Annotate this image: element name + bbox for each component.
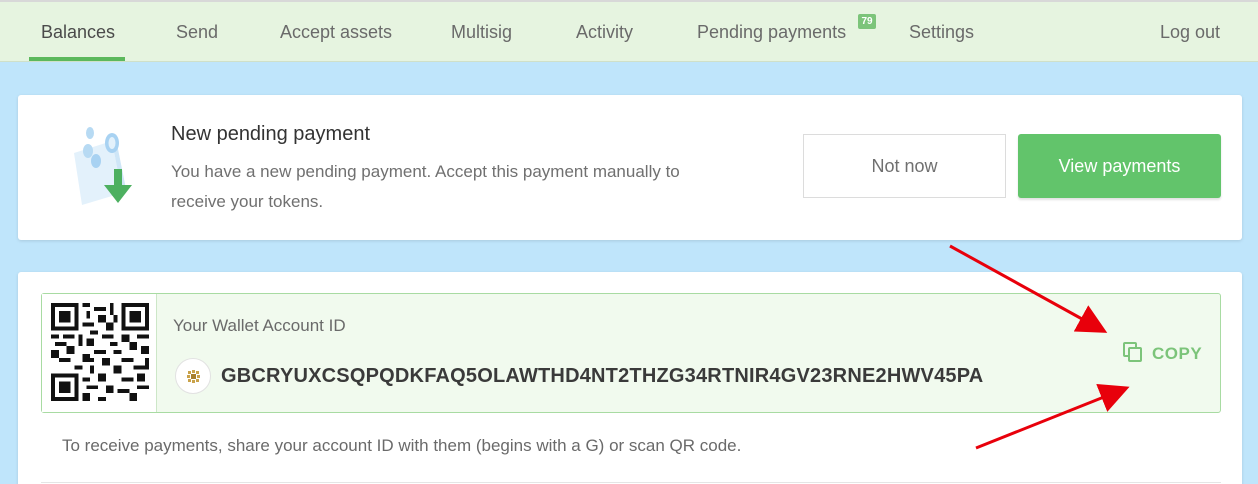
account-id-label: Your Wallet Account ID <box>173 316 346 335</box>
top-nav: Balances Send Accept assets Multisig Act… <box>0 0 1258 62</box>
tab-settings[interactable]: Settings <box>909 2 974 62</box>
view-payments-button[interactable]: View payments <box>1018 134 1221 198</box>
tab-activity[interactable]: Activity <box>576 2 633 62</box>
account-avatar-icon <box>175 358 211 394</box>
notification-title: New pending payment <box>171 123 371 145</box>
account-id-value: GBCRYUXCSQPQDKFAQ5OLAWTHD4NT2THZG34RTNIR… <box>221 365 984 387</box>
wallet-account-card: Your Wallet Account ID GBCRYUXCSQPQDKFAQ… <box>18 272 1242 484</box>
logout-link[interactable]: Log out <box>1160 2 1220 62</box>
notification-text: You have a new pending payment. Accept t… <box>171 162 680 211</box>
copy-label: COPY <box>1152 344 1203 363</box>
copy-icon <box>1122 341 1144 368</box>
tab-accept-assets[interactable]: Accept assets <box>280 2 392 62</box>
tab-send[interactable]: Send <box>176 2 218 62</box>
pending-count-badge: 79 <box>858 14 876 29</box>
active-tab-indicator <box>29 57 125 61</box>
account-id-box: Your Wallet Account ID GBCRYUXCSQPQDKFAQ… <box>41 293 1221 413</box>
copy-account-id-button[interactable]: COPY <box>1122 341 1203 368</box>
qr-code <box>42 294 157 412</box>
receive-hint-text: To receive payments, share your account … <box>62 436 742 455</box>
pending-payment-notification: New pending payment You have a new pendi… <box>18 95 1242 240</box>
pending-payment-illustration-icon <box>70 123 142 207</box>
not-now-button[interactable]: Not now <box>803 134 1006 198</box>
divider <box>41 482 1221 483</box>
tab-pending-payments[interactable]: Pending payments <box>697 2 846 62</box>
tab-multisig[interactable]: Multisig <box>451 2 512 62</box>
tab-balances[interactable]: Balances <box>41 2 115 62</box>
